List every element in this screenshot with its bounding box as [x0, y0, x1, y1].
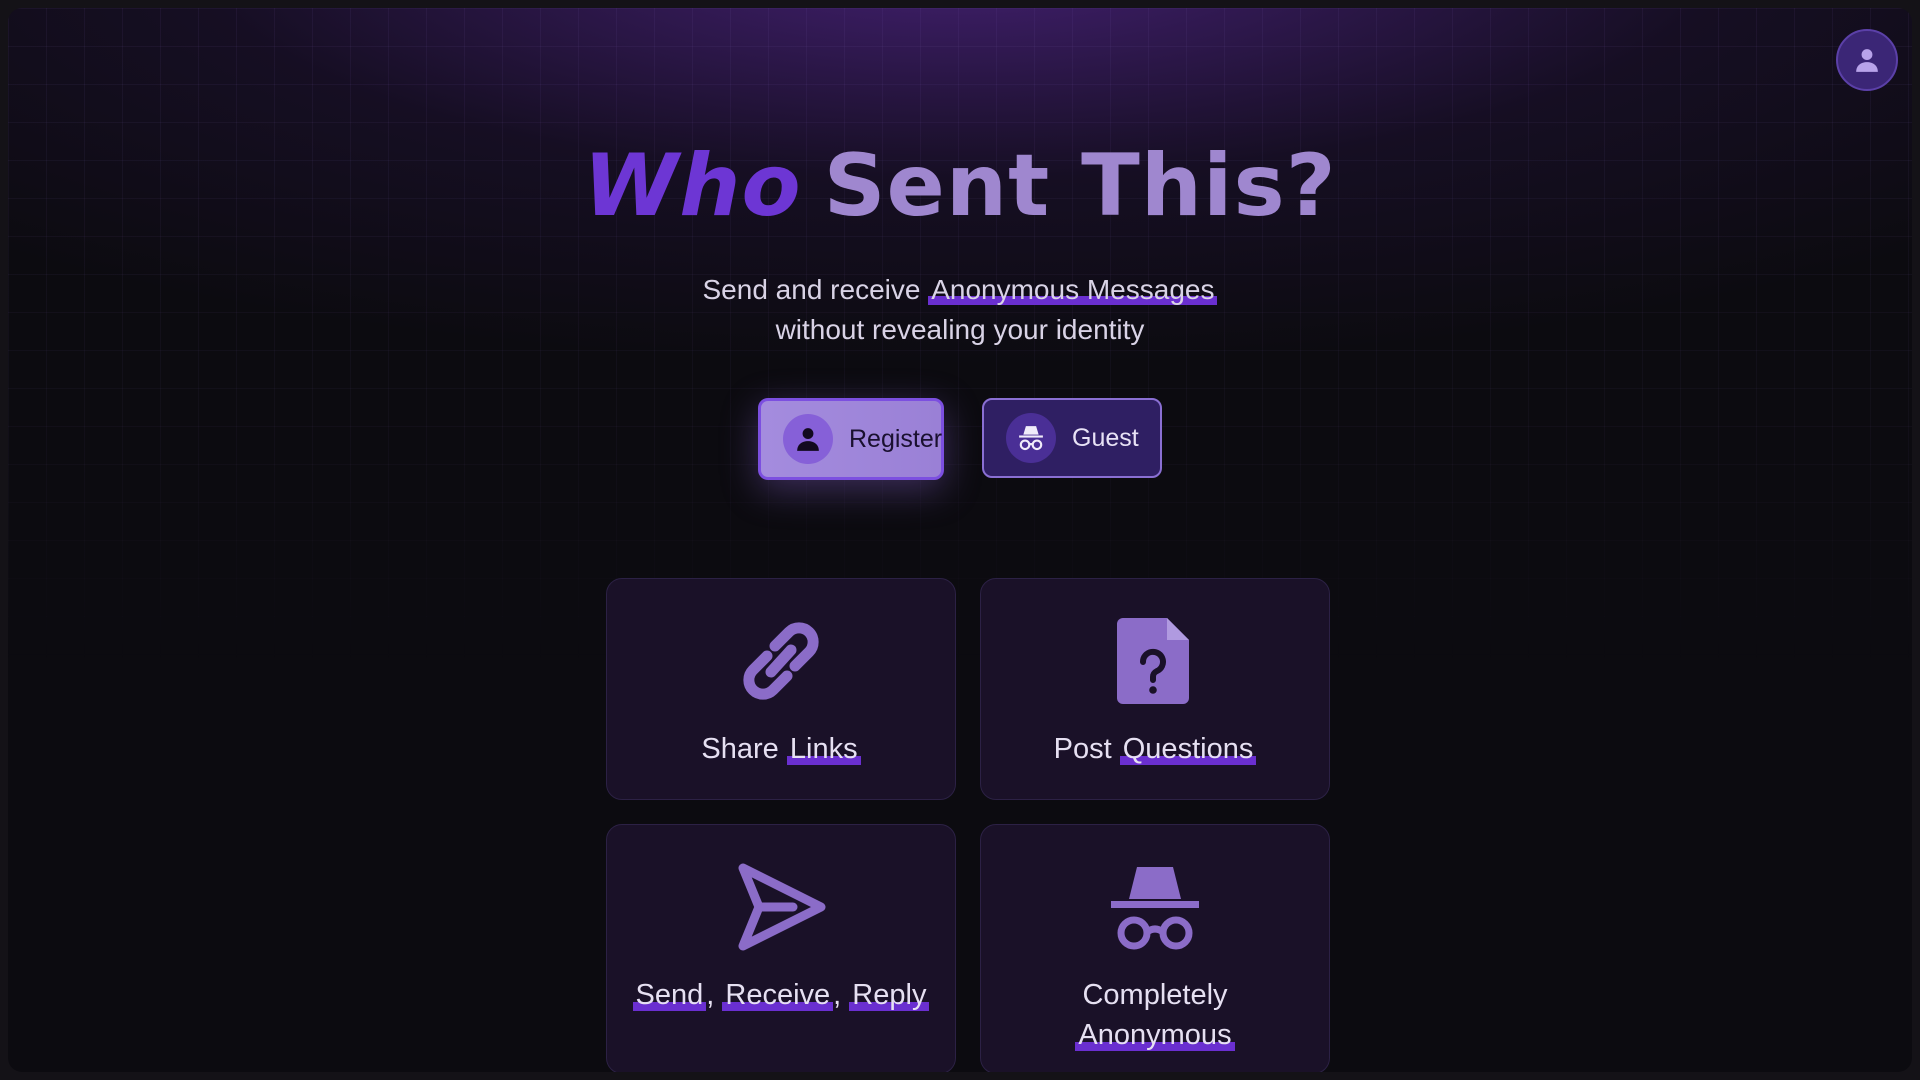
tagline-line-2: without revealing your identity — [775, 314, 1145, 345]
incognito-icon — [1107, 861, 1203, 953]
post-highlight: Questions — [1119, 733, 1257, 765]
feature-grid: Share Links Post Questions Send , Receiv… — [606, 578, 1330, 1072]
reply-word: Reply — [849, 979, 930, 1011]
send-icon — [733, 861, 829, 953]
feature-card-completely-anonymous: Completely Anonymous — [980, 824, 1330, 1072]
feature-label-share-links: Share Links — [701, 729, 861, 769]
guest-label: Guest — [1072, 423, 1139, 452]
share-prefix: Share — [701, 733, 787, 765]
register-label: Register — [849, 424, 943, 453]
title-who: Who — [583, 136, 802, 236]
feature-label-post-questions: Post Questions — [1054, 729, 1257, 769]
feature-label-completely-anonymous: Completely Anonymous — [1075, 975, 1235, 1055]
guest-icon-circle — [1006, 413, 1056, 463]
user-icon — [797, 428, 819, 451]
link-icon — [733, 615, 829, 707]
send-word: Send — [632, 979, 707, 1011]
feature-card-send-receive-reply: Send, Receive, Reply — [606, 824, 956, 1072]
register-icon-circle — [783, 414, 833, 464]
title-rest: Sent This? — [823, 136, 1337, 236]
anon-highlight: Anonymous — [1075, 1019, 1235, 1051]
tagline-highlight: Anonymous Messages — [928, 274, 1218, 305]
share-highlight: Links — [786, 733, 861, 765]
send-sep-2: , — [833, 979, 842, 1011]
incognito-icon — [1019, 426, 1043, 451]
feature-card-share-links: Share Links — [606, 578, 956, 800]
guest-button[interactable]: Guest — [982, 398, 1162, 478]
feature-label-send-receive-reply: Send, Receive, Reply — [632, 975, 930, 1015]
send-sep-1: , — [706, 979, 715, 1011]
page-title: Who Sent This? — [8, 136, 1912, 236]
anon-line-1: Completely — [1082, 979, 1228, 1011]
post-prefix: Post — [1053, 733, 1120, 765]
tagline-line-1: Send and receive Anonymous Messages — [8, 270, 1912, 310]
auth-buttons: Register Guest — [8, 398, 1912, 480]
tagline-prefix: Send and receive — [702, 274, 929, 305]
question-file-icon — [1107, 615, 1203, 707]
profile-button[interactable] — [1836, 29, 1898, 91]
tagline: Send and receive Anonymous Messages with… — [8, 270, 1912, 350]
feature-card-post-questions: Post Questions — [980, 578, 1330, 800]
receive-word: Receive — [722, 979, 834, 1011]
register-button[interactable]: Register — [758, 398, 944, 480]
app-window: Who Sent This? Send and receive Anonymous… — [8, 8, 1912, 1072]
user-icon — [1856, 49, 1878, 72]
